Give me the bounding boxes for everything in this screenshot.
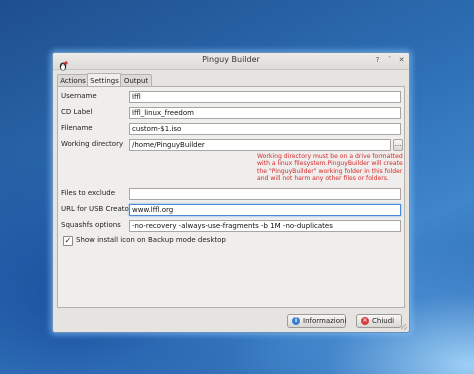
close-icon: ✕ — [361, 317, 369, 325]
usb-url-label: URL for USB Creator — [61, 205, 132, 213]
browse-button[interactable]: ... — [393, 139, 403, 151]
window-title: Pinguy Builder — [202, 55, 260, 64]
working-directory-warning: Working directory must be on a drive for… — [257, 153, 403, 183]
cd-label-field[interactable]: lffl_linux_freedom — [129, 107, 401, 119]
files-to-exclude-label: Files to exclude — [61, 189, 116, 197]
info-button[interactable]: i Informazioni — [287, 314, 346, 328]
resize-grip[interactable] — [401, 324, 407, 330]
username-field[interactable]: lffl — [129, 91, 401, 103]
working-directory-field[interactable]: /home/PinguyBuilder — [129, 139, 391, 151]
info-icon: i — [292, 317, 300, 325]
username-label: Username — [61, 92, 97, 100]
squashfs-options-field[interactable]: -no-recovery -always-use-fragments -b 1M… — [129, 220, 401, 232]
cd-label-label: CD Label — [61, 108, 93, 116]
close-icon[interactable]: ✕ — [397, 56, 406, 65]
info-button-label: Informazioni — [303, 317, 347, 325]
files-to-exclude-field[interactable] — [129, 188, 401, 200]
show-install-icon-label: Show install icon on Backup mode desktop — [76, 236, 226, 244]
usb-url-field[interactable]: www.lffl.org — [129, 204, 401, 216]
pinguy-builder-window: Pinguy Builder ? ˇ ✕ Actions Settings Ou… — [52, 52, 410, 333]
title-bar[interactable]: Pinguy Builder ? ˇ ✕ — [53, 53, 409, 71]
close-button-label: Chiudi — [372, 317, 395, 325]
settings-panel: Username lffl CD Label lffl_linux_freedo… — [57, 86, 405, 308]
tab-settings[interactable]: Settings — [87, 73, 122, 87]
squashfs-options-label: Squashfs options — [61, 221, 121, 229]
working-directory-label: Working directory — [61, 140, 124, 148]
close-button[interactable]: ✕ Chiudi — [356, 314, 402, 328]
filename-label: Filename — [61, 124, 93, 132]
help-icon[interactable]: ? — [373, 56, 382, 65]
minimize-icon[interactable]: ˇ — [385, 56, 394, 65]
show-install-icon-checkbox[interactable]: ✓ — [63, 236, 73, 246]
filename-field[interactable]: custom-$1.iso — [129, 123, 401, 135]
